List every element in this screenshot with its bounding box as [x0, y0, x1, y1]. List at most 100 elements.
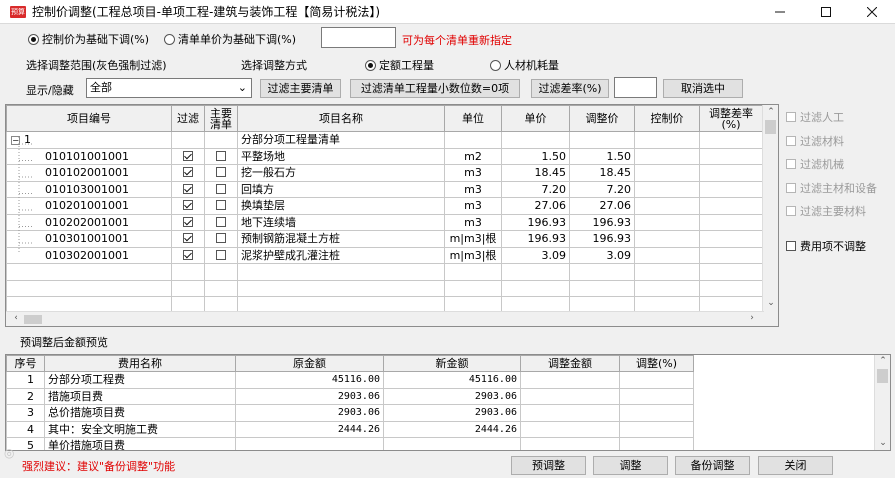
main-checkbox[interactable]: [216, 233, 226, 244]
main-cell[interactable]: [204, 147, 238, 165]
filter-checkbox[interactable]: [183, 167, 193, 178]
rate-input[interactable]: [321, 27, 396, 48]
scroll-thumb[interactable]: [877, 369, 888, 383]
side-filter-checkbox[interactable]: 过滤主要材料: [786, 203, 866, 219]
diff-input[interactable]: [614, 77, 657, 98]
radio-control-price[interactable]: 控制价为基础下调(%): [28, 31, 149, 47]
scroll-down-icon[interactable]: ⌄: [875, 438, 890, 448]
side-filter-checkbox[interactable]: 过滤主材和设备: [786, 180, 877, 196]
main-checkbox[interactable]: [216, 200, 226, 211]
col-name[interactable]: 项目名称: [237, 105, 445, 132]
show-hide-select[interactable]: 全部 ⌄: [86, 78, 252, 98]
minimize-button[interactable]: [757, 0, 803, 24]
main-cell[interactable]: [204, 180, 238, 198]
maximize-button[interactable]: [803, 0, 849, 24]
control-cell[interactable]: [634, 213, 700, 231]
col-main[interactable]: 主要清单: [204, 105, 238, 132]
filter-main-button[interactable]: 过滤主要清单: [260, 79, 341, 98]
table-row[interactable]: 010101001001 平整场地 m2 1.50 1.50: [6, 147, 763, 165]
main-checkbox[interactable]: [216, 249, 226, 260]
control-cell[interactable]: [634, 180, 700, 198]
radio-labor[interactable]: 人材机耗量: [490, 57, 559, 73]
col-filter[interactable]: 过滤: [171, 105, 205, 132]
control-cell[interactable]: [634, 147, 700, 165]
col-unit[interactable]: 单位: [444, 105, 502, 132]
preview-grid[interactable]: 序号 费用名称 原金额 新金额 调整金额 调整(%) 1 分部分项工程费 45116…: [5, 354, 891, 451]
main-cell[interactable]: [204, 164, 238, 182]
adjusted-cell[interactable]: 3.09: [569, 246, 635, 264]
items-hscroll[interactable]: ‹ ›: [6, 311, 764, 326]
cancel-select-button[interactable]: 取消选中: [663, 79, 743, 98]
filter-diff-button[interactable]: 过滤差率(%): [531, 79, 609, 98]
filter-checkbox[interactable]: [183, 233, 193, 244]
control-cell[interactable]: [634, 197, 700, 215]
table-row[interactable]: 010301001001 预制钢筋混凝土方桩 m|m3|根 196.93 196.93: [6, 230, 763, 248]
control-cell[interactable]: [634, 246, 700, 264]
rate-cell[interactable]: [699, 230, 763, 248]
col-price[interactable]: 单价: [501, 105, 570, 132]
col-orig[interactable]: 原金额: [235, 355, 384, 372]
side-filter-checkbox[interactable]: 过滤机械: [786, 156, 844, 172]
main-checkbox[interactable]: [216, 216, 226, 227]
table-row[interactable]: 010201001001 换填垫层 m3 27.06 27.06: [6, 197, 763, 215]
rate-cell[interactable]: [699, 180, 763, 198]
control-cell[interactable]: [634, 164, 700, 182]
filter-cell[interactable]: [171, 180, 205, 198]
col-new[interactable]: 新金额: [383, 355, 521, 372]
filter-cell[interactable]: [171, 213, 205, 231]
table-row[interactable]: 010102001001 挖一般石方 m3 18.45 18.45: [6, 164, 763, 182]
filter-cell[interactable]: [171, 147, 205, 165]
main-cell[interactable]: [204, 230, 238, 248]
adjusted-cell[interactable]: 18.45: [569, 164, 635, 182]
filter-cell[interactable]: [171, 230, 205, 248]
side-filter-checkbox[interactable]: 过滤人工: [786, 109, 844, 125]
fee-no-adjust-checkbox[interactable]: 费用项不调整: [786, 238, 866, 254]
table-row[interactable]: 2 措施项目费 2903.06 2903.06: [6, 387, 694, 405]
items-vscroll[interactable]: ⌃ ⌄: [762, 105, 778, 326]
table-row[interactable]: 4 其中：安全文明施工费 2444.26 2444.26: [6, 420, 694, 438]
scroll-up-icon[interactable]: ⌃: [763, 107, 778, 117]
radio-quota[interactable]: 定额工程量: [365, 57, 434, 73]
rate-cell[interactable]: [699, 147, 763, 165]
preview-vscroll[interactable]: ⌃ ⌄: [874, 355, 890, 450]
items-grid[interactable]: 项目编号 过滤 主要清单 项目名称 单位 单价 调整价 控制价 调整差率(%) …: [5, 104, 779, 327]
rate-cell[interactable]: [699, 246, 763, 264]
scroll-left-icon[interactable]: ‹: [8, 313, 24, 323]
filter-checkbox[interactable]: [183, 150, 193, 161]
filter-cell[interactable]: [171, 197, 205, 215]
col-pct[interactable]: 调整(%): [619, 355, 694, 372]
control-cell[interactable]: [634, 230, 700, 248]
col-fee-name[interactable]: 费用名称: [44, 355, 236, 372]
main-checkbox[interactable]: [216, 150, 226, 161]
col-code[interactable]: 项目编号: [6, 105, 172, 132]
filter-decimal-button[interactable]: 过滤清单工程量小数位数=0项: [350, 79, 520, 98]
main-checkbox[interactable]: [216, 183, 226, 194]
adjusted-cell[interactable]: 196.93: [569, 213, 635, 231]
adjusted-cell[interactable]: 196.93: [569, 230, 635, 248]
group-row[interactable]: −1 分部分项工程量清单: [6, 131, 763, 149]
main-cell[interactable]: [204, 197, 238, 215]
table-row[interactable]: 3 总价措施项目费 2903.06 2903.06: [6, 404, 694, 422]
col-no[interactable]: 序号: [6, 355, 45, 372]
close-button[interactable]: [849, 0, 895, 24]
rate-cell[interactable]: [699, 164, 763, 182]
adjusted-cell[interactable]: 1.50: [569, 147, 635, 165]
col-control[interactable]: 控制价: [634, 105, 700, 132]
filter-checkbox[interactable]: [183, 216, 193, 227]
table-row[interactable]: 010202001001 地下连续墙 m3 196.93 196.93: [6, 213, 763, 231]
side-filter-checkbox[interactable]: 过滤材料: [786, 133, 844, 149]
rate-cell[interactable]: [699, 213, 763, 231]
main-cell[interactable]: [204, 213, 238, 231]
scroll-thumb-h[interactable]: [24, 315, 42, 324]
filter-checkbox[interactable]: [183, 200, 193, 211]
table-row[interactable]: 5 单价措施项目费: [6, 437, 694, 450]
col-adjusted[interactable]: 调整价: [569, 105, 635, 132]
rate-cell[interactable]: [699, 197, 763, 215]
scroll-thumb[interactable]: [765, 120, 776, 134]
adjusted-cell[interactable]: 27.06: [569, 197, 635, 215]
scroll-up-icon[interactable]: ⌃: [875, 356, 890, 366]
main-checkbox[interactable]: [216, 167, 226, 178]
radio-unit-price[interactable]: 清单单价为基础下调(%): [164, 31, 296, 47]
backup-adjust-button[interactable]: 备份调整: [675, 456, 750, 475]
scroll-down-icon[interactable]: ⌄: [763, 298, 778, 308]
